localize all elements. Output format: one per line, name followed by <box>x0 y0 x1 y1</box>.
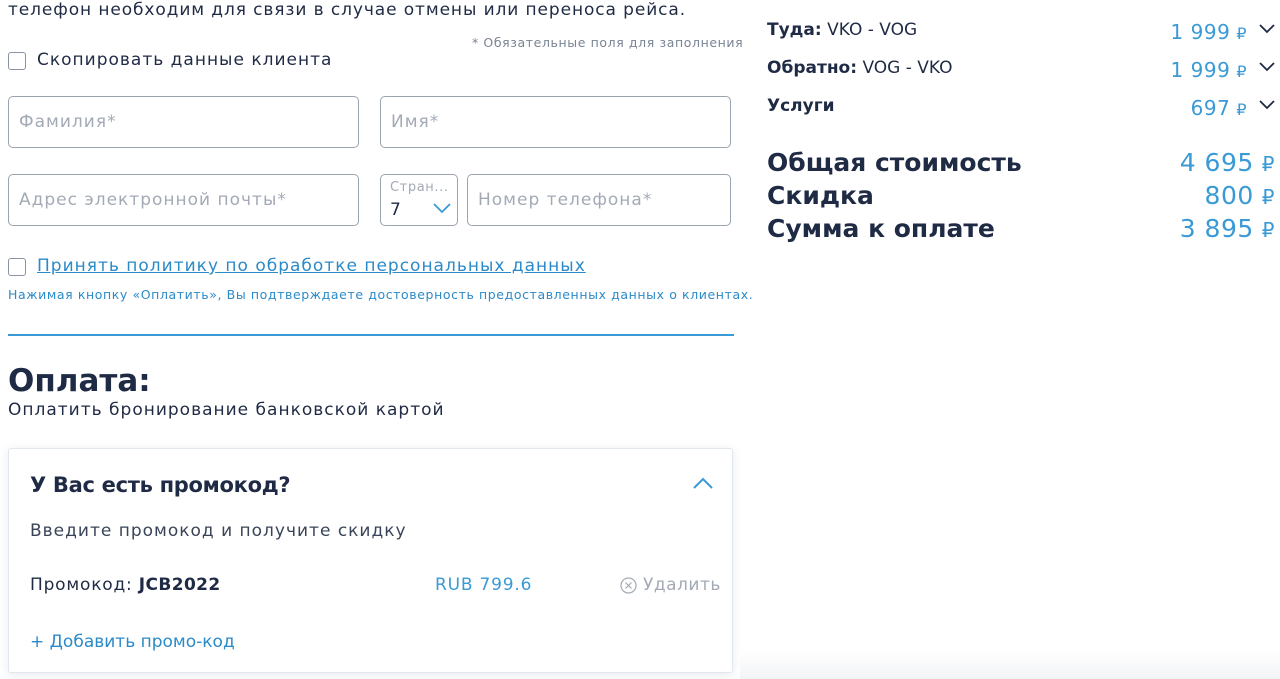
promo-remove-label: Удалить <box>643 575 721 595</box>
country-code-select[interactable]: Стран... 7 <box>380 174 458 226</box>
discount-row: Скидка 800 ₽ <box>767 181 1275 210</box>
discount-value: 800 ₽ <box>1204 181 1275 210</box>
services-price: 697 ₽ <box>1190 96 1247 120</box>
promo-hint: Введите промокод и получите скидку <box>30 521 407 541</box>
chevron-down-icon[interactable] <box>433 203 451 214</box>
bottom-fade <box>740 650 1280 679</box>
outbound-price: 1 999 ₽ <box>1170 20 1247 44</box>
summary-row-outbound[interactable]: Туда: VKO - VOG 1 999 ₽ <box>767 20 1277 44</box>
required-fields-note: * Обязательные поля для заполнения <box>472 35 744 50</box>
promo-code-label: Промокод: <box>30 575 139 595</box>
chevron-up-icon[interactable] <box>693 477 713 489</box>
promo-applied-row: Промокод: JCB2022 <box>30 575 221 595</box>
country-code-label: Стран... <box>390 180 449 195</box>
amount-due-label: Сумма к оплате <box>767 214 995 243</box>
phone-field[interactable] <box>467 174 731 226</box>
discount-label: Скидка <box>767 181 874 210</box>
name-input[interactable] <box>381 97 730 147</box>
copy-client-checkbox[interactable] <box>8 52 26 70</box>
surname-input[interactable] <box>9 97 358 147</box>
close-circle-icon <box>620 576 637 594</box>
total-cost-row: Общая стоимость 4 695 ₽ <box>767 148 1275 177</box>
promo-discount-amount: RUB 799.6 <box>435 575 533 595</box>
total-cost-value: 4 695 ₽ <box>1179 148 1275 177</box>
return-price: 1 999 ₽ <box>1170 58 1247 82</box>
amount-due-row: Сумма к оплате 3 895 ₽ <box>767 214 1275 243</box>
promo-code-card: У Вас есть промокод? Введите промокод и … <box>8 448 733 673</box>
add-promo-code-link[interactable]: + Добавить промо-код <box>30 632 235 652</box>
policy-disclaimer: Нажимая кнопку «Оплатить», Вы подтвержда… <box>8 287 754 302</box>
chevron-down-icon[interactable] <box>1259 24 1275 34</box>
amount-due-value: 3 895 ₽ <box>1179 214 1275 243</box>
phone-input[interactable] <box>468 175 730 225</box>
services-label: Услуги <box>767 96 835 116</box>
summary-row-services[interactable]: Услуги 697 ₽ <box>767 96 1277 120</box>
name-field[interactable] <box>380 96 731 148</box>
summary-row-return[interactable]: Обратно: VOG - VKO 1 999 ₽ <box>767 58 1277 82</box>
return-label: Обратно: <box>767 58 858 78</box>
email-field[interactable] <box>8 174 359 226</box>
chevron-down-icon[interactable] <box>1259 62 1275 72</box>
payment-subtitle: Оплатить бронирование банковской картой <box>8 400 445 420</box>
outbound-route: VKO - VOG <box>821 20 918 40</box>
policy-checkbox[interactable] <box>8 258 26 276</box>
chevron-down-icon[interactable] <box>1259 100 1275 110</box>
copy-client-label[interactable]: Скопировать данные клиента <box>37 50 332 70</box>
promo-remove-button[interactable]: Удалить <box>620 575 721 595</box>
section-divider <box>8 334 734 336</box>
promo-title: У Вас есть промокод? <box>30 473 291 497</box>
surname-field[interactable] <box>8 96 359 148</box>
return-route: VOG - VKO <box>857 58 953 78</box>
promo-code-value: JCB2022 <box>138 575 221 595</box>
email-input[interactable] <box>9 175 358 225</box>
country-code-value: 7 <box>390 200 401 220</box>
payment-title: Оплата: <box>8 363 151 399</box>
privacy-policy-link[interactable]: Принять политику по обработке персональн… <box>37 256 586 276</box>
total-cost-label: Общая стоимость <box>767 148 1022 177</box>
outbound-label: Туда: <box>767 20 822 40</box>
contact-intro-text: телефон необходим для связи в случае отм… <box>8 0 687 20</box>
